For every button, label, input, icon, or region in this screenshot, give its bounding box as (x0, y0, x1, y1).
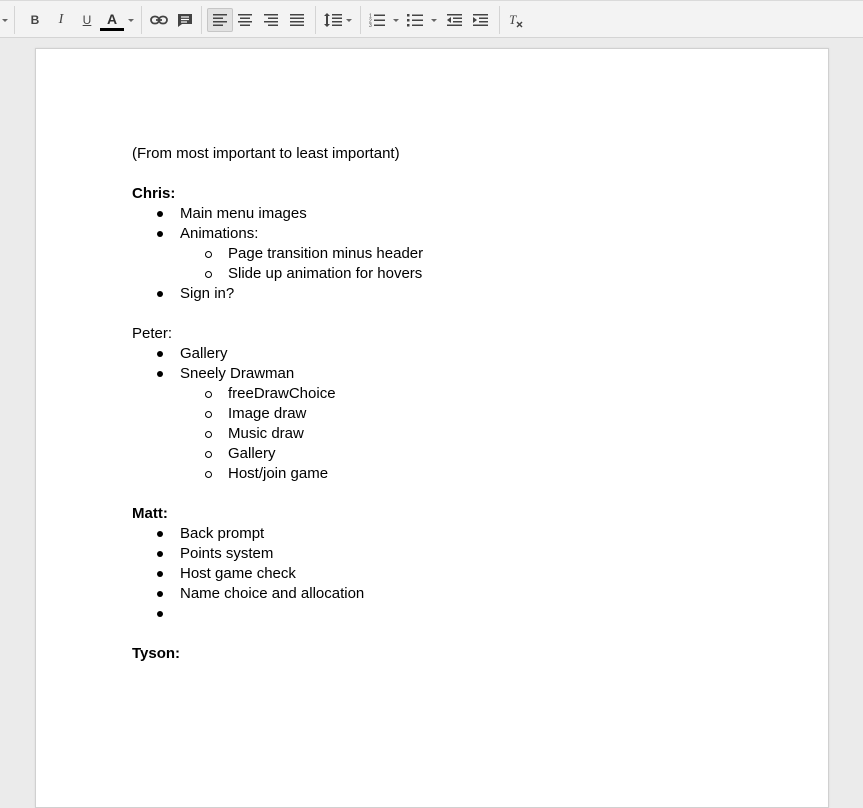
clear-formatting-button[interactable]: T (505, 8, 527, 32)
toolbar-divider (14, 6, 15, 34)
intro-text: (From most important to least important) (132, 145, 400, 162)
italic-icon: I (58, 12, 64, 27)
sub-list-item: Gallery (228, 445, 276, 462)
document-page[interactable]: (From most important to least important)… (35, 48, 829, 808)
clear-formatting-icon: T (509, 12, 523, 28)
numbered-list-dropdown-icon[interactable] (393, 19, 399, 22)
list-item: Animations: (180, 225, 259, 242)
toolbar-divider (315, 6, 316, 34)
underline-icon: U (82, 13, 92, 27)
decrease-indent-icon (446, 14, 462, 26)
bullet-icon (157, 551, 163, 557)
numbered-list-icon: 1 2 3 (369, 14, 385, 27)
justify-button[interactable] (286, 8, 308, 32)
align-right-button[interactable] (260, 8, 282, 32)
hollow-bullet-icon (205, 271, 212, 278)
text-color-dropdown-icon[interactable] (128, 19, 134, 22)
toolbar-divider (141, 6, 142, 34)
svg-text:3: 3 (369, 23, 372, 27)
list-item: Gallery (180, 345, 228, 362)
bulleted-list-icon (407, 14, 423, 27)
align-right-icon (264, 14, 278, 26)
bold-icon: B (30, 13, 40, 27)
bullet-icon (157, 531, 163, 537)
list-item: Sneely Drawman (180, 365, 295, 382)
align-center-button[interactable] (234, 8, 256, 32)
increase-indent-icon (472, 14, 488, 26)
list-item: Sign in? (180, 285, 235, 302)
sub-list-item: Slide up animation for hovers (228, 265, 423, 282)
toolbar-divider (201, 6, 202, 34)
underline-button[interactable]: U (76, 8, 98, 32)
text-color-button[interactable]: A (100, 9, 124, 29)
list-item: Name choice and allocation (180, 585, 365, 602)
numbered-list-button[interactable]: 1 2 3 (366, 8, 388, 32)
toolbar-divider (499, 6, 500, 34)
bulleted-list-button[interactable] (404, 8, 426, 32)
bullet-icon (157, 371, 163, 377)
list-item: Points system (180, 545, 274, 562)
bullet-icon (157, 611, 163, 617)
hollow-bullet-icon (205, 251, 212, 258)
section-heading: Matt: (132, 505, 168, 522)
hollow-bullet-icon (205, 471, 212, 478)
decrease-indent-button[interactable] (443, 8, 465, 32)
bullet-icon (157, 351, 163, 357)
bullet-icon (157, 591, 163, 597)
sub-list-item: freeDrawChoice (228, 385, 336, 402)
bullet-icon (157, 231, 163, 237)
sub-list-item: Host/join game (228, 465, 329, 482)
line-spacing-icon (324, 13, 342, 27)
sub-list-item: Page transition minus header (228, 245, 424, 262)
align-left-icon (213, 14, 227, 26)
section-heading: Chris: (132, 185, 176, 202)
section-heading: Tyson: (132, 645, 181, 662)
line-spacing-dropdown-icon[interactable] (346, 19, 352, 22)
hollow-bullet-icon (205, 451, 212, 458)
hollow-bullet-icon (205, 431, 212, 438)
list-item: Main menu images (180, 205, 307, 222)
section-heading: Peter: (132, 325, 173, 342)
bullet-icon (157, 211, 163, 217)
toolbar-divider (360, 6, 361, 34)
insert-link-button[interactable] (148, 8, 170, 32)
bullet-icon (157, 291, 163, 297)
comment-icon (178, 13, 192, 27)
list-item: Host game check (180, 565, 296, 582)
sub-list-item: Music draw (228, 425, 304, 442)
bullet-icon (157, 571, 163, 577)
svg-text:T: T (509, 12, 517, 27)
list-item: Back prompt (180, 525, 265, 542)
bold-button[interactable]: B (24, 8, 46, 32)
text-color-icon: A (106, 11, 118, 27)
line-spacing-button[interactable] (322, 8, 344, 32)
hollow-bullet-icon (205, 411, 212, 418)
italic-button[interactable]: I (50, 8, 72, 32)
increase-indent-button[interactable] (469, 8, 491, 32)
align-left-button[interactable] (207, 8, 233, 32)
dropdown-caret-icon[interactable] (2, 19, 8, 22)
link-icon (150, 15, 168, 25)
sub-list-item: Image draw (228, 405, 307, 422)
hollow-bullet-icon (205, 391, 212, 398)
text-color-swatch (100, 28, 124, 31)
formatting-toolbar: B I U A 1 2 3 T (0, 0, 863, 38)
justify-icon (290, 14, 304, 26)
bulleted-list-dropdown-icon[interactable] (431, 19, 437, 22)
insert-comment-button[interactable] (174, 8, 196, 32)
align-center-icon (238, 14, 252, 26)
